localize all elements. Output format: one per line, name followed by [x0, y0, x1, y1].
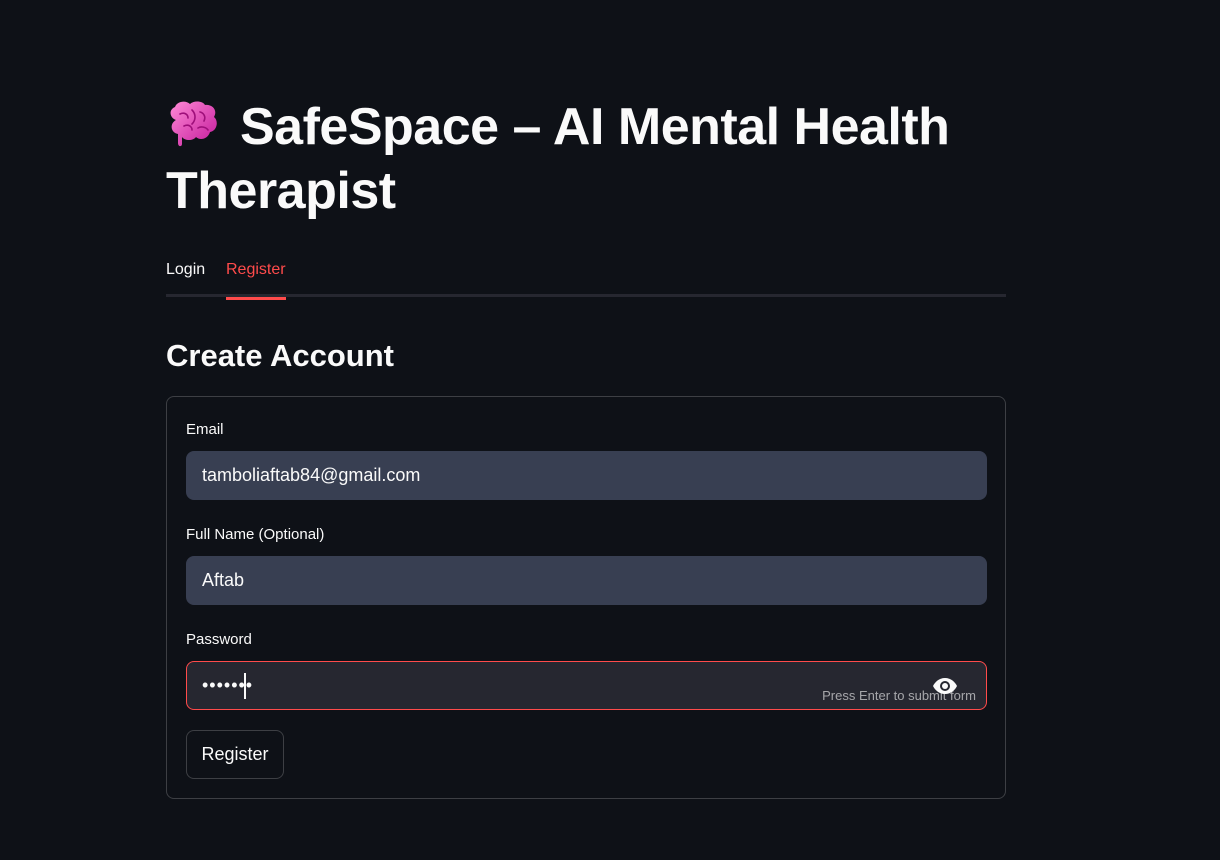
page-title: SafeSpace – AI Mental Health Therapist: [166, 95, 1006, 223]
brain-icon: [170, 101, 217, 147]
submit-hint: Press Enter to submit form: [822, 688, 976, 703]
email-field[interactable]: [187, 452, 986, 499]
tab-bar: Login Register: [166, 252, 1006, 300]
tab-login[interactable]: Login: [166, 258, 205, 297]
register-form: Email Full Name (Optional) Password Pres…: [166, 396, 1006, 799]
text-cursor: [244, 673, 246, 699]
email-label: Email: [186, 421, 224, 438]
create-account-heading: Create Account: [166, 338, 394, 373]
page-title-text: SafeSpace – AI Mental Health Therapist: [166, 98, 950, 220]
full-name-label: Full Name (Optional): [186, 526, 325, 543]
password-label: Password: [186, 631, 252, 648]
password-field-container: Press Enter to submit form: [186, 661, 987, 710]
tab-register[interactable]: Register: [226, 258, 286, 300]
register-button[interactable]: Register: [186, 730, 284, 779]
full-name-field[interactable]: [187, 557, 986, 604]
email-field-container: [186, 451, 987, 500]
full-name-field-container: [186, 556, 987, 605]
